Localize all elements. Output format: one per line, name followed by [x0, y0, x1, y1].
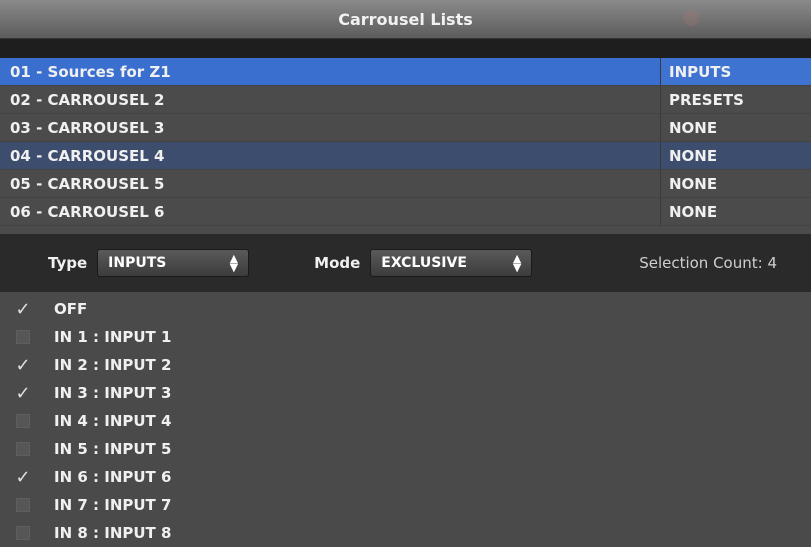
list-row-type: PRESETS	[660, 86, 811, 113]
list-row-name: 06 - CARROUSEL 6	[10, 202, 165, 221]
checkmark-icon[interactable]: ✓	[15, 383, 30, 404]
list-row-type: NONE	[660, 198, 811, 225]
controls-bar: Type INPUTS ▲ ▼ Mode EXCLUSIVE ▲ ▼ Selecti…	[0, 234, 811, 292]
list-row-name: 05 - CARROUSEL 5	[10, 174, 165, 193]
checklist-item[interactable]: ✓ IN 6 : INPUT 6	[0, 463, 811, 491]
list-row-5[interactable]: 05 - CARROUSEL 5 NONE	[0, 170, 811, 198]
list-row-type: INPUTS	[660, 58, 811, 85]
checklist-item[interactable]: IN 1 : INPUT 1	[0, 323, 811, 351]
selection-count: Selection Count: 4	[639, 254, 777, 272]
list-row-name: 01 - Sources for Z1	[10, 62, 171, 81]
checklist-item[interactable]: ✓ IN 3 : INPUT 3	[0, 379, 811, 407]
checklist-item[interactable]: IN 4 : INPUT 4	[0, 407, 811, 435]
type-select-value: INPUTS	[108, 255, 167, 271]
checklist-item-label: IN 8 : INPUT 8	[54, 524, 172, 542]
checklist-item-label: OFF	[54, 300, 88, 318]
checklist-item[interactable]: IN 8 : INPUT 8	[0, 519, 811, 547]
checkmark-icon[interactable]: ✓	[15, 355, 30, 376]
checklist-item-label: IN 2 : INPUT 2	[54, 356, 172, 374]
checklist-item-label: IN 1 : INPUT 1	[54, 328, 172, 346]
checklist-item[interactable]: IN 5 : INPUT 5	[0, 435, 811, 463]
checkbox[interactable]	[16, 442, 30, 456]
checklist-item-label: IN 7 : INPUT 7	[54, 496, 172, 514]
list-row-2[interactable]: 02 - CARROUSEL 2 PRESETS	[0, 86, 811, 114]
mode-select[interactable]: EXCLUSIVE ▲ ▼	[370, 249, 533, 277]
checklist-item-label: IN 3 : INPUT 3	[54, 384, 172, 402]
updown-arrows-icon: ▲ ▼	[512, 252, 522, 274]
list-header	[0, 39, 811, 58]
updown-arrows-icon: ▲ ▼	[229, 252, 239, 274]
checkbox[interactable]	[16, 498, 30, 512]
type-select[interactable]: INPUTS ▲ ▼	[97, 249, 250, 277]
checklist-item[interactable]: IN 7 : INPUT 7	[0, 491, 811, 519]
checkbox[interactable]	[16, 414, 30, 428]
list-row-name: 02 - CARROUSEL 2	[10, 90, 165, 109]
list-row-3[interactable]: 03 - CARROUSEL 3 NONE	[0, 114, 811, 142]
checklist-item-label: IN 5 : INPUT 5	[54, 440, 172, 458]
checklist-item-label: IN 6 : INPUT 6	[54, 468, 172, 486]
list-row-name: 04 - CARROUSEL 4	[10, 146, 165, 165]
list-row-type: NONE	[660, 114, 811, 141]
mode-select-value: EXCLUSIVE	[381, 255, 467, 271]
checkmark-icon[interactable]: ✓	[15, 299, 30, 320]
checkbox[interactable]	[16, 526, 30, 540]
checklist-item[interactable]: ✓ OFF	[0, 295, 811, 323]
window-title: Carrousel Lists	[338, 9, 473, 29]
checklist-item[interactable]: ✓ IN 2 : INPUT 2	[0, 351, 811, 379]
title-bar: Carrousel Lists	[0, 0, 811, 39]
checkmark-icon[interactable]: ✓	[15, 467, 30, 488]
list-row-1[interactable]: 01 - Sources for Z1 INPUTS	[0, 58, 811, 86]
list-row-6[interactable]: 06 - CARROUSEL 6 NONE	[0, 198, 811, 226]
list-row-type: NONE	[660, 142, 811, 169]
list-row-4[interactable]: 04 - CARROUSEL 4 NONE	[0, 142, 811, 170]
input-checklist: ✓ OFF IN 1 : INPUT 1 ✓ IN 2 : INPUT 2 ✓ …	[0, 295, 811, 547]
list-row-name: 03 - CARROUSEL 3	[10, 118, 165, 137]
type-label: Type	[48, 254, 88, 272]
window-button-icon[interactable]	[683, 10, 699, 26]
carrousel-list: 01 - Sources for Z1 INPUTS 02 - CARROUSE…	[0, 58, 811, 234]
list-row-type: NONE	[660, 170, 811, 197]
checklist-item-label: IN 4 : INPUT 4	[54, 412, 172, 430]
checkbox[interactable]	[16, 330, 30, 344]
mode-label: Mode	[314, 254, 361, 272]
